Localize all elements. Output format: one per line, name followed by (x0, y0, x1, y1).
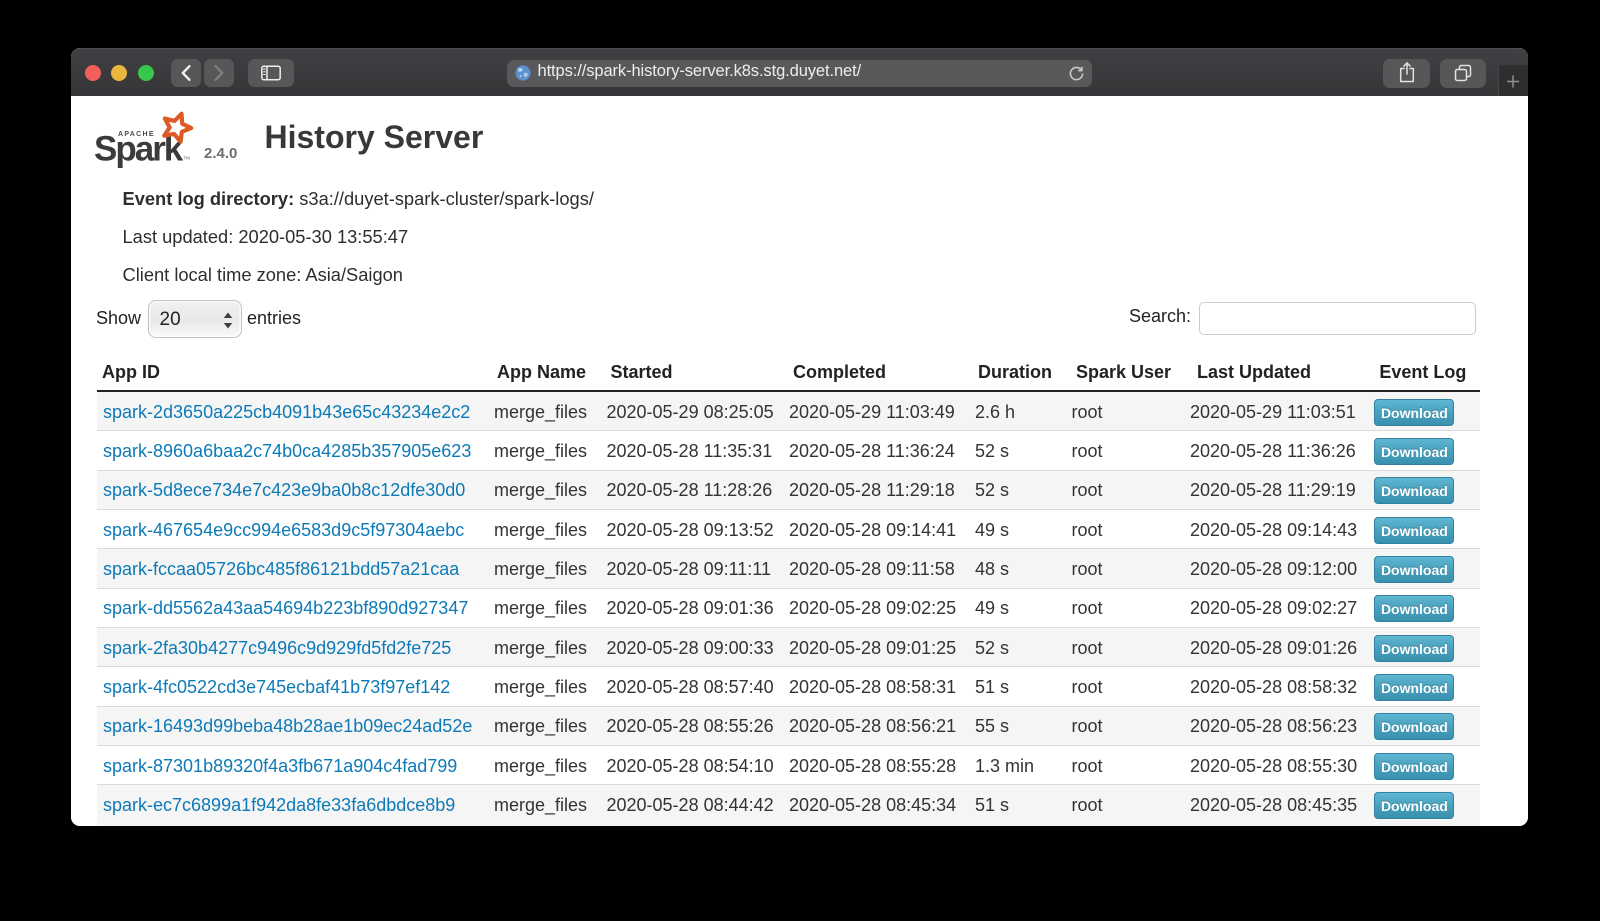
svg-text:TM: TM (184, 155, 191, 160)
